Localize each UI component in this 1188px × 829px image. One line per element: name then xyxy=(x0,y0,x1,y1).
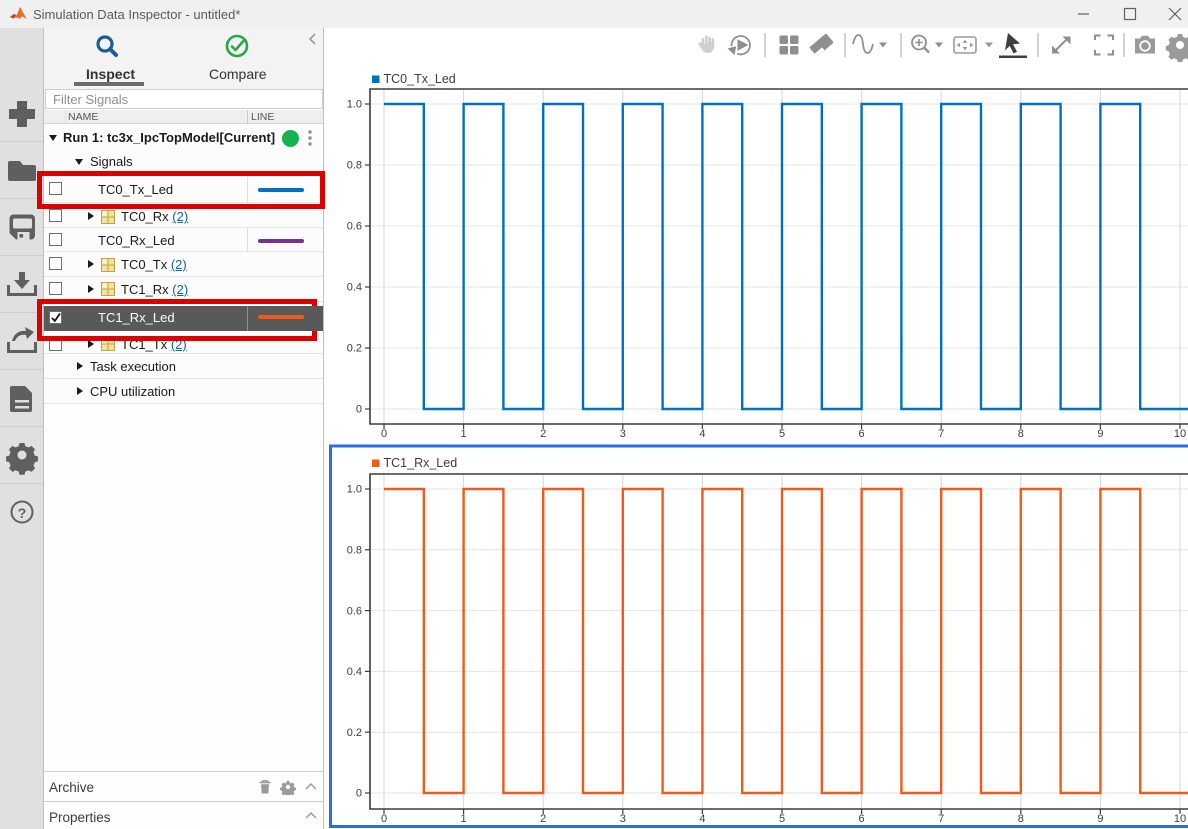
svg-text:0.6: 0.6 xyxy=(347,605,362,617)
svg-text:TC0_Tx_Led: TC0_Tx_Led xyxy=(384,72,456,86)
svg-text:0.8: 0.8 xyxy=(347,545,362,557)
svg-text:3: 3 xyxy=(620,428,626,440)
svg-text:?: ? xyxy=(18,505,27,521)
svg-text:0: 0 xyxy=(381,813,387,825)
svg-text:5: 5 xyxy=(779,813,785,825)
svg-text:0.2: 0.2 xyxy=(347,343,362,355)
svg-text:0: 0 xyxy=(356,788,362,800)
svg-text:1: 1 xyxy=(461,813,467,825)
svg-text:7: 7 xyxy=(938,428,944,440)
svg-text:2: 2 xyxy=(540,813,546,825)
svg-text:8: 8 xyxy=(1018,813,1024,825)
svg-text:10: 10 xyxy=(1174,428,1186,440)
svg-text:4: 4 xyxy=(699,813,705,825)
svg-text:10: 10 xyxy=(1174,813,1186,825)
svg-text:5: 5 xyxy=(779,428,785,440)
svg-text:0: 0 xyxy=(381,428,387,440)
svg-text:8: 8 xyxy=(1018,428,1024,440)
svg-text:0.4: 0.4 xyxy=(347,666,362,678)
svg-text:TC1_Rx_Led: TC1_Rx_Led xyxy=(384,456,458,470)
svg-text:0.4: 0.4 xyxy=(347,282,362,294)
svg-text:0.8: 0.8 xyxy=(347,160,362,172)
svg-text:2: 2 xyxy=(540,428,546,440)
svg-text:7: 7 xyxy=(938,813,944,825)
svg-text:3: 3 xyxy=(620,813,626,825)
svg-text:9: 9 xyxy=(1097,813,1103,825)
svg-text:4: 4 xyxy=(699,428,705,440)
svg-text:1.0: 1.0 xyxy=(347,484,362,496)
svg-text:0: 0 xyxy=(356,404,362,416)
svg-text:1: 1 xyxy=(461,428,467,440)
svg-text:6: 6 xyxy=(859,428,865,440)
svg-text:6: 6 xyxy=(859,813,865,825)
svg-text:0.6: 0.6 xyxy=(347,221,362,233)
svg-text:1.0: 1.0 xyxy=(347,99,362,111)
svg-text:0.2: 0.2 xyxy=(347,727,362,739)
svg-text:9: 9 xyxy=(1097,428,1103,440)
